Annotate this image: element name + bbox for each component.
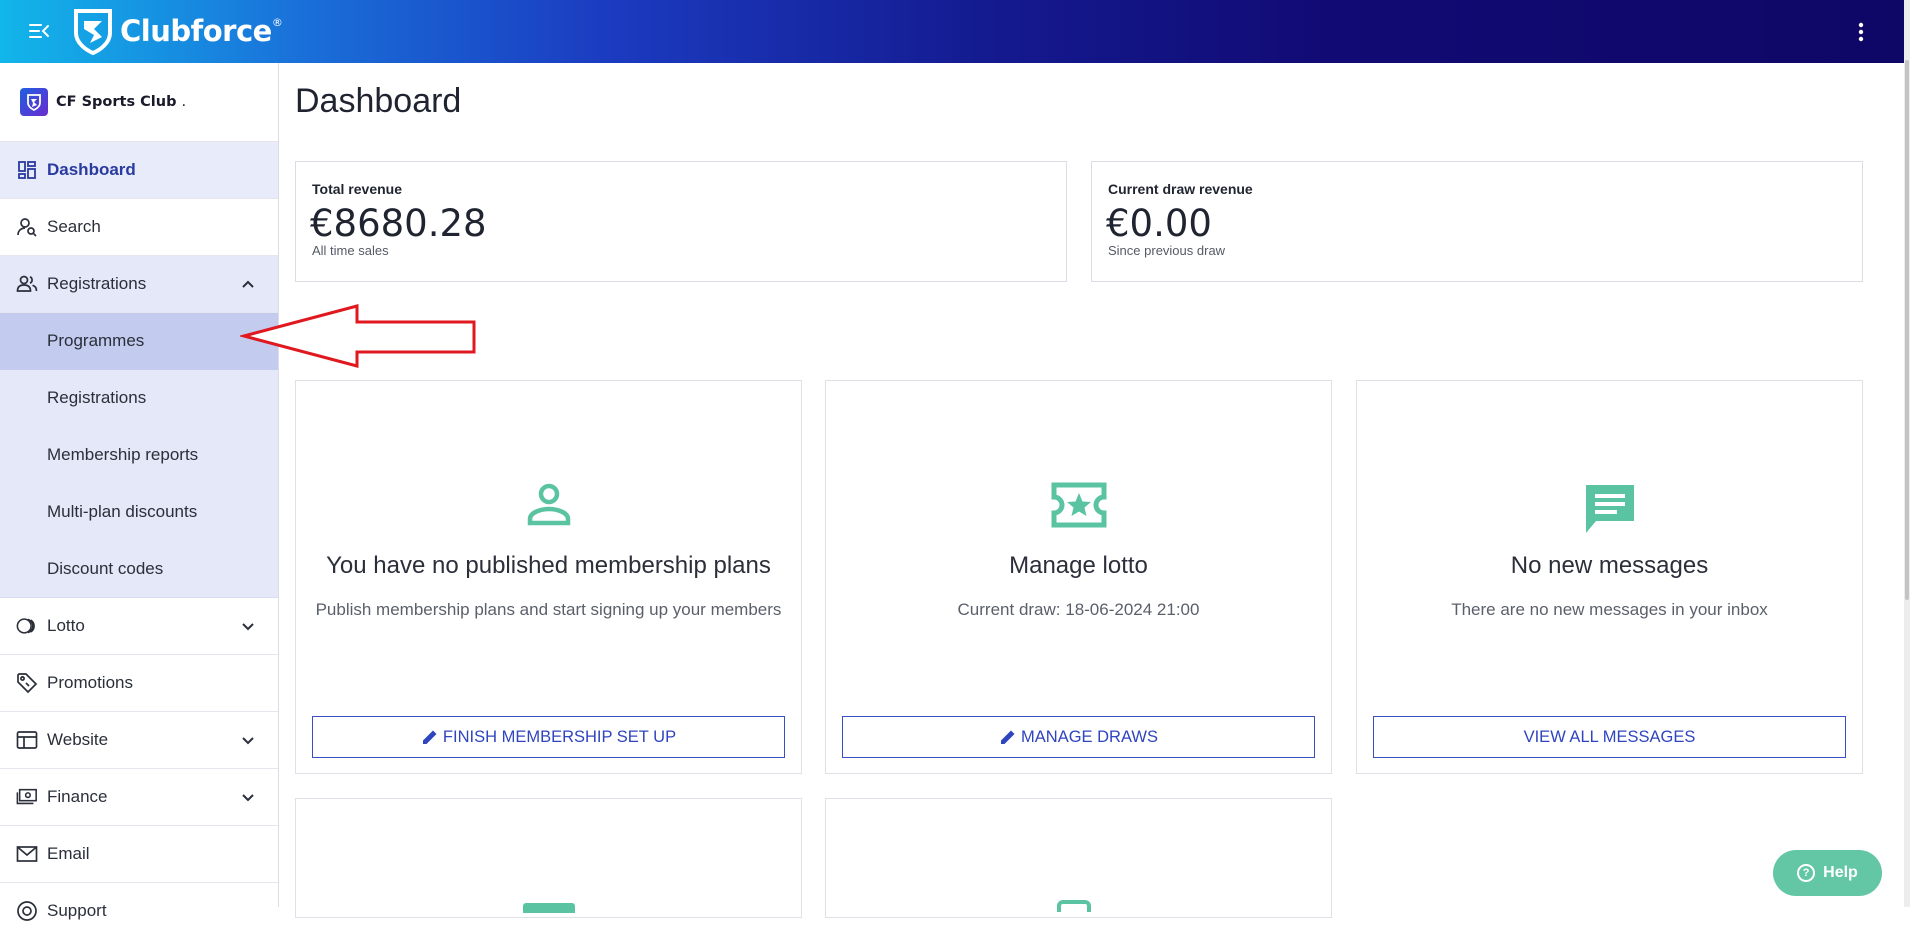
sidebar-item-label: Search bbox=[47, 217, 101, 236]
sidebar-item-label: Dashboard bbox=[47, 160, 136, 179]
help-label: Help bbox=[1823, 864, 1858, 881]
chevron-down-icon bbox=[242, 794, 254, 802]
clubforce-shield-icon bbox=[74, 9, 112, 55]
support-icon bbox=[16, 900, 38, 922]
sidebar-item-label: Website bbox=[47, 729, 109, 749]
sidebar-item-registrations[interactable]: Registrations bbox=[0, 256, 278, 313]
view-all-messages-button[interactable]: VIEW ALL MESSAGES bbox=[1373, 716, 1846, 758]
sidebar-item-label: Promotions bbox=[47, 672, 133, 692]
people-icon bbox=[16, 273, 38, 295]
registrations-submenu: Programmes Registrations Membership repo… bbox=[0, 313, 278, 598]
sidebar-item-dashboard[interactable]: Dashboard bbox=[0, 142, 278, 199]
sidebar-item-label: Registrations bbox=[47, 274, 147, 293]
mail-icon bbox=[16, 843, 38, 865]
ticket-icon bbox=[826, 481, 1331, 529]
stat-label: Total revenue bbox=[312, 181, 402, 197]
brand-name: Clubforce® bbox=[120, 14, 283, 48]
person-icon bbox=[296, 481, 801, 527]
sidebar-item-website[interactable]: Website bbox=[0, 712, 278, 769]
stat-sublabel: All time sales bbox=[312, 243, 389, 258]
dashboard-icon bbox=[16, 159, 38, 181]
sidebar-item-finance[interactable]: Finance bbox=[0, 769, 278, 826]
sidebar-subitem-multi-plan-discounts[interactable]: Multi-plan discounts bbox=[0, 483, 278, 540]
stat-sublabel: Since previous draw bbox=[1108, 243, 1226, 258]
button-label: MANAGE DRAWS bbox=[1021, 727, 1158, 746]
button-label: VIEW ALL MESSAGES bbox=[1523, 727, 1696, 746]
sidebar-subitem-programmes[interactable]: Programmes bbox=[0, 313, 278, 370]
sidebar-item-support[interactable]: Support bbox=[0, 883, 278, 940]
stat-value: €0.00 bbox=[1106, 202, 1212, 245]
money-icon bbox=[16, 786, 38, 808]
card-subtitle: There are no new messages in your inbox bbox=[1451, 600, 1768, 619]
card-title: You have no published membership plans bbox=[326, 552, 771, 579]
sidebar-item-email[interactable]: Email bbox=[0, 826, 278, 883]
card-subtitle: Publish membership plans and start signi… bbox=[315, 600, 782, 619]
chevron-down-icon bbox=[242, 737, 254, 745]
sidebar-item-label: Lotto bbox=[47, 615, 85, 635]
menu-collapse-icon[interactable] bbox=[26, 17, 54, 45]
top-app-bar: Clubforce® bbox=[0, 0, 1904, 63]
membership-plans-card: You have no published membership plans P… bbox=[295, 380, 802, 774]
tag-icon bbox=[16, 672, 38, 694]
sidebar-item-label: Finance bbox=[47, 786, 108, 806]
stat-value: €8680.28 bbox=[310, 202, 487, 245]
card-subtitle: Current draw: 18-06-2024 21:00 bbox=[957, 600, 1200, 619]
manage-lotto-card: Manage lotto Current draw: 18-06-2024 21… bbox=[825, 380, 1332, 774]
messages-card: No new messages There are no new message… bbox=[1356, 380, 1863, 774]
website-icon bbox=[16, 729, 38, 751]
pencil-icon bbox=[422, 730, 437, 744]
sidebar-item-label: Email bbox=[47, 843, 90, 863]
clubforce-logo[interactable]: Clubforce® bbox=[72, 6, 283, 56]
card-title: No new messages bbox=[1510, 552, 1709, 579]
stat-card-current-draw-revenue: Current draw revenue €0.00 Since previou… bbox=[1091, 161, 1863, 282]
stat-card-total-revenue: Total revenue €8680.28 All time sales bbox=[295, 161, 1067, 282]
chevron-up-icon bbox=[242, 280, 254, 288]
button-label: FINISH MEMBERSHIP SET UP bbox=[442, 727, 677, 746]
page-title: Dashboard bbox=[295, 82, 462, 120]
card-icon-partial bbox=[1057, 900, 1091, 912]
club-badge-icon bbox=[20, 88, 48, 116]
club-name: CF Sports Club . bbox=[56, 94, 187, 110]
message-icon bbox=[1357, 481, 1862, 537]
chevron-down-icon bbox=[242, 623, 254, 631]
annotation-arrow bbox=[240, 304, 476, 368]
sidebar: CF Sports Club . Dashboard Search Regist… bbox=[0, 63, 279, 922]
scrollbar-thumb[interactable] bbox=[1905, 60, 1909, 600]
finish-membership-setup-button[interactable]: FINISH MEMBERSHIP SET UP bbox=[312, 716, 785, 758]
sidebar-item-label: Support bbox=[47, 901, 107, 921]
sidebar-item-search[interactable]: Search bbox=[0, 199, 278, 256]
manage-draws-button[interactable]: MANAGE DRAWS bbox=[842, 716, 1315, 758]
sidebar-subitem-discount-codes[interactable]: Discount codes bbox=[0, 540, 278, 597]
stat-label: Current draw revenue bbox=[1108, 181, 1253, 197]
dashboard-card bbox=[825, 798, 1332, 918]
pencil-icon bbox=[1001, 730, 1015, 744]
sidebar-item-promotions[interactable]: Promotions bbox=[0, 655, 278, 712]
more-options-icon[interactable] bbox=[1850, 17, 1872, 47]
lotto-icon bbox=[16, 615, 38, 637]
person-search-icon bbox=[16, 216, 38, 238]
sidebar-item-lotto[interactable]: Lotto bbox=[0, 598, 278, 655]
card-icon-partial bbox=[523, 903, 575, 913]
help-icon: ? bbox=[1797, 864, 1816, 882]
card-title: Manage lotto bbox=[1009, 552, 1148, 579]
dashboard-card bbox=[295, 798, 802, 918]
help-button[interactable]: ? Help bbox=[1773, 850, 1882, 896]
club-switcher[interactable]: CF Sports Club . bbox=[0, 63, 278, 142]
page-scrollbar[interactable] bbox=[1904, 0, 1910, 907]
sidebar-subitem-registrations[interactable]: Registrations bbox=[0, 370, 278, 427]
sidebar-subitem-membership-reports[interactable]: Membership reports bbox=[0, 427, 278, 484]
